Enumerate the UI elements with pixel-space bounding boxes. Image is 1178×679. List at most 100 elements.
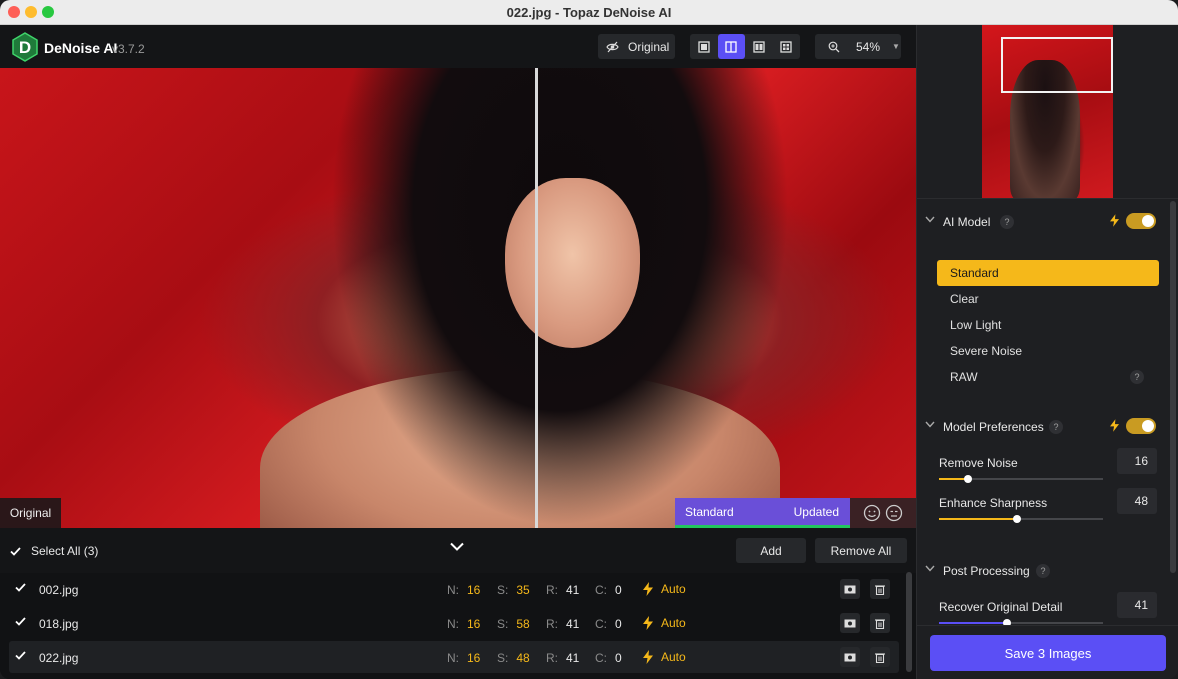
preview-file-button[interactable] bbox=[840, 579, 860, 599]
noise-metric: N: 16 bbox=[447, 583, 481, 597]
file-row[interactable]: 018.jpg N: 16 S: 58 R: 41 C: 0 Auto bbox=[9, 607, 899, 639]
recover-detail-label: Recover Original Detail bbox=[939, 600, 1063, 614]
slider-fill bbox=[939, 622, 1006, 624]
color-metric: C: 0 bbox=[595, 651, 622, 665]
divider bbox=[917, 198, 1178, 199]
preview-file-button[interactable] bbox=[840, 613, 860, 633]
model-option-standard[interactable]: Standard bbox=[937, 260, 1159, 286]
model-preferences-section-header[interactable]: Model Preferences ? bbox=[917, 413, 1178, 439]
lightning-icon bbox=[1110, 214, 1119, 227]
slider-track[interactable] bbox=[939, 515, 1103, 523]
recover-metric: R: 41 bbox=[546, 617, 580, 631]
delete-file-button[interactable] bbox=[870, 579, 890, 599]
grid-view-button[interactable] bbox=[773, 34, 801, 59]
help-icon[interactable]: ? bbox=[1049, 420, 1063, 434]
model-option-clear[interactable]: Clear bbox=[937, 286, 1159, 312]
file-name: 018.jpg bbox=[39, 617, 79, 631]
preferences-auto-toggle[interactable] bbox=[1126, 418, 1156, 434]
auto-mode-indicator: Auto bbox=[643, 650, 686, 664]
grid-view-icon bbox=[780, 40, 792, 53]
lightning-icon bbox=[643, 616, 653, 630]
file-row[interactable]: 022.jpg N: 16 S: 48 R: 41 C: 0 Auto bbox=[9, 641, 899, 673]
model-status-label: Updated bbox=[793, 504, 839, 519]
file-name: 002.jpg bbox=[39, 583, 79, 597]
model-status-badge: Standard Updated bbox=[675, 498, 850, 528]
noise-metric: N: 16 bbox=[447, 651, 481, 665]
original-toggle-button[interactable]: Original bbox=[598, 34, 675, 59]
lightning-icon bbox=[643, 582, 653, 596]
enhance-sharpness-value[interactable]: 48 bbox=[1117, 488, 1157, 514]
preview-file-button[interactable] bbox=[840, 647, 860, 667]
chevron-down-icon bbox=[925, 565, 935, 572]
check-icon[interactable] bbox=[15, 651, 26, 660]
recover-metric: R: 41 bbox=[546, 651, 580, 665]
help-icon[interactable]: ? bbox=[1000, 215, 1014, 229]
file-list: 002.jpg N: 16 S: 35 R: 41 C: 0 Auto 018.jpg … bbox=[0, 573, 916, 679]
app-version: v3.7.2 bbox=[112, 42, 145, 56]
single-view-button[interactable] bbox=[690, 34, 718, 59]
save-images-button[interactable]: Save 3 Images bbox=[930, 635, 1166, 671]
svg-text:D: D bbox=[19, 38, 31, 57]
auto-mode-indicator: Auto bbox=[643, 616, 686, 630]
image-preview[interactable]: Original Standard Updated bbox=[0, 68, 916, 528]
recover-detail-value[interactable]: 41 bbox=[1117, 592, 1157, 618]
model-option-raw[interactable]: RAW ? bbox=[937, 364, 1159, 390]
select-all-label: Select All (3) bbox=[31, 544, 99, 558]
help-icon[interactable]: ? bbox=[1130, 370, 1144, 384]
enhance-sharpness-slider[interactable]: Enhance Sharpness 48 bbox=[939, 488, 1157, 536]
check-icon bbox=[10, 546, 21, 556]
collapse-list-icon[interactable] bbox=[450, 542, 464, 551]
zoom-control[interactable]: 54% ▼ bbox=[815, 34, 901, 59]
remove-noise-label: Remove Noise bbox=[939, 456, 1018, 470]
smile-icon[interactable] bbox=[863, 504, 881, 522]
trash-icon bbox=[875, 618, 885, 629]
sharpness-metric: S: 48 bbox=[497, 651, 530, 665]
auto-mode-indicator: Auto bbox=[643, 582, 686, 596]
settings-sidebar: AI Model ? Standard Clear Low Light Seve… bbox=[916, 25, 1178, 679]
delete-file-button[interactable] bbox=[870, 647, 890, 667]
delete-file-button[interactable] bbox=[870, 613, 890, 633]
slider-knob[interactable] bbox=[1013, 515, 1021, 523]
trash-icon bbox=[875, 584, 885, 595]
zoom-value: 54% bbox=[856, 39, 881, 54]
remove-all-button[interactable]: Remove All bbox=[815, 538, 907, 563]
post-processing-title: Post Processing bbox=[943, 564, 1030, 578]
neutral-face-icon[interactable] bbox=[885, 504, 903, 522]
zoom-icon bbox=[828, 41, 840, 52]
post-processing-section-header[interactable]: Post Processing ? bbox=[917, 557, 1178, 583]
check-icon[interactable] bbox=[15, 583, 26, 592]
navigator-viewport-rect[interactable] bbox=[1001, 37, 1113, 93]
split-handle[interactable] bbox=[535, 68, 538, 528]
trash-icon bbox=[875, 652, 885, 663]
slider-track[interactable] bbox=[939, 619, 1103, 627]
add-images-button[interactable]: Add bbox=[736, 538, 806, 563]
model-option-severe-noise[interactable]: Severe Noise bbox=[937, 338, 1159, 364]
select-all-checkbox[interactable]: Select All (3) bbox=[10, 544, 98, 558]
check-icon[interactable] bbox=[15, 617, 26, 626]
split-view-button[interactable] bbox=[717, 34, 745, 59]
view-mode-group bbox=[690, 34, 800, 59]
side-by-side-button[interactable] bbox=[745, 34, 773, 59]
remove-noise-value[interactable]: 16 bbox=[1117, 448, 1157, 474]
main-area: D DeNoise AI v3.7.2 Original 54% ▼ Origi… bbox=[0, 25, 916, 679]
slider-track[interactable] bbox=[939, 475, 1103, 483]
eye-off-icon bbox=[606, 41, 619, 52]
file-list-scrollbar[interactable] bbox=[906, 572, 912, 672]
lightning-icon bbox=[1110, 419, 1119, 432]
file-row[interactable]: 002.jpg N: 16 S: 35 R: 41 C: 0 Auto bbox=[9, 573, 899, 605]
slider-knob[interactable] bbox=[964, 475, 972, 483]
sharpness-metric: S: 58 bbox=[497, 617, 530, 631]
ai-model-section-header[interactable]: AI Model ? bbox=[917, 208, 1178, 234]
split-view-icon bbox=[725, 40, 737, 53]
ai-model-auto-toggle[interactable] bbox=[1126, 213, 1156, 229]
file-name: 022.jpg bbox=[39, 651, 79, 665]
lightning-icon bbox=[643, 650, 653, 664]
recover-metric: R: 41 bbox=[546, 583, 580, 597]
sidebar-scrollbar[interactable] bbox=[1170, 201, 1176, 573]
feedback-buttons bbox=[850, 498, 916, 528]
sharpness-metric: S: 35 bbox=[497, 583, 530, 597]
preview-photo-face bbox=[505, 178, 640, 348]
help-icon[interactable]: ? bbox=[1036, 564, 1050, 578]
model-option-low-light[interactable]: Low Light bbox=[937, 312, 1159, 338]
navigator-thumbnail[interactable] bbox=[982, 25, 1113, 198]
